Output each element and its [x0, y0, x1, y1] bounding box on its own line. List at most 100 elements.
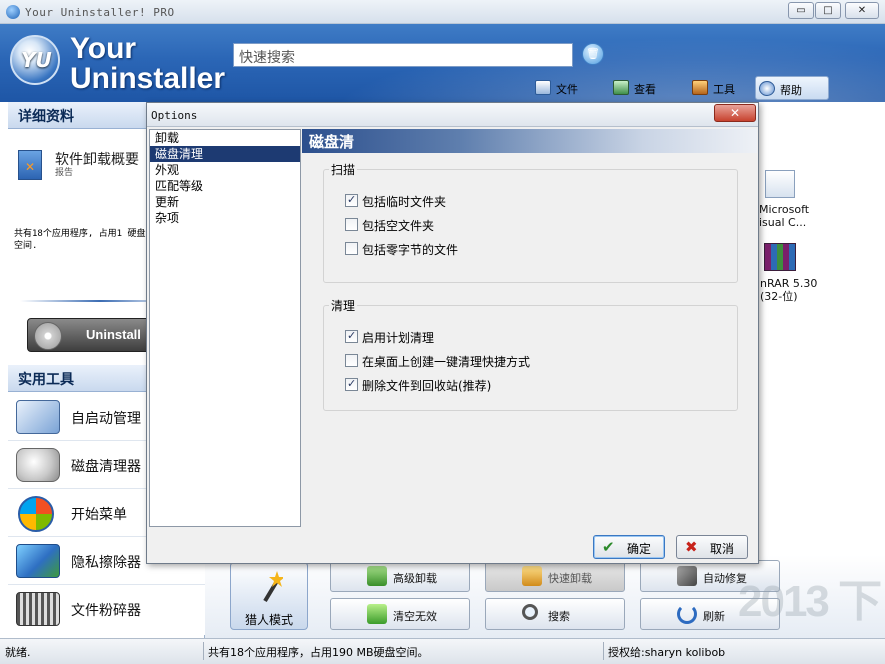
- advanced-uninstall-button[interactable]: 高级卸载: [330, 560, 470, 592]
- winrar-icon[interactable]: [764, 243, 796, 271]
- logo-badge: YU: [10, 35, 60, 85]
- search-button[interactable]: 搜索: [485, 598, 625, 630]
- checkbox-desktop-shortcut[interactable]: [345, 354, 358, 367]
- logo-line-1: Your: [70, 34, 225, 64]
- app-label-winrar[interactable]: nRAR 5.30 (32-位): [760, 277, 817, 303]
- app-label-winrar-line1: nRAR 5.30: [760, 277, 817, 290]
- quick-uninstall-button[interactable]: 快速卸载: [485, 560, 625, 592]
- help-icon: [759, 81, 775, 96]
- ok-button[interactable]: ✔ 确定: [593, 535, 665, 559]
- disc-icon: [34, 322, 62, 350]
- app-label-msvc-line2: isual C...: [759, 216, 809, 229]
- monitor-icon: [613, 80, 629, 95]
- menu-file[interactable]: 文件: [532, 76, 582, 100]
- option-include-zero-byte-label: 包括零字节的文件: [362, 241, 458, 258]
- document-app-icon[interactable]: [765, 170, 795, 198]
- nav-item-update[interactable]: 更新: [150, 194, 300, 210]
- menu-tools[interactable]: 工具: [689, 76, 745, 100]
- detail-subtitle: 报告: [55, 165, 73, 178]
- nav-item-disk-cleanup[interactable]: 磁盘清理: [150, 146, 300, 162]
- tool-start-menu-label: 开始菜单: [71, 504, 127, 524]
- app-icon: [6, 5, 20, 19]
- tool-file-shredder-label: 文件粉碎器: [71, 600, 141, 620]
- menu-view-label: 查看: [634, 83, 656, 96]
- status-bar: 就绪. 共有18个应用程序，占用190 MB硬盘空间。 授权给:sharyn k…: [0, 638, 885, 664]
- uninstall-button-label: Uninstall: [86, 327, 141, 342]
- menu-help[interactable]: 帮助: [755, 76, 829, 100]
- window-title: Your Uninstaller! PRO: [25, 6, 175, 19]
- magic-wand-icon: [259, 569, 283, 603]
- main-titlebar: Your Uninstaller! PRO ▭ □ ✕: [0, 0, 885, 24]
- dialog-close-button[interactable]: ✕: [714, 104, 756, 122]
- app-label-msvc[interactable]: Microsoft isual C...: [759, 203, 809, 229]
- scan-group-title: 扫描: [329, 161, 357, 178]
- empty-invalid-label: 清空无效: [393, 610, 437, 623]
- tool-file-shredder[interactable]: 文件粉碎器: [8, 585, 205, 635]
- status-separator: [603, 642, 604, 660]
- trash-icon: 🗑: [586, 47, 600, 60]
- watermark: 2013 下载吧: [738, 565, 883, 637]
- logo-text: Your Uninstaller: [70, 34, 225, 94]
- quick-uninstall-icon: [522, 566, 542, 586]
- status-summary: 共有18个应用程序，占用190 MB硬盘空间。: [208, 644, 429, 660]
- clean-group-title: 清理: [329, 297, 357, 314]
- dialog-titlebar: Options ✕: [147, 103, 758, 127]
- option-include-empty-folders-label: 包括空文件夹: [362, 217, 434, 234]
- logo-line-2: Uninstaller: [70, 64, 225, 94]
- status-ready: 就绪.: [5, 644, 31, 660]
- nav-item-appearance[interactable]: 外观: [150, 162, 300, 178]
- privacy-eraser-icon: [16, 544, 60, 578]
- advanced-uninstall-icon: [367, 566, 387, 586]
- app-header: YU Your Uninstaller 快速搜索 🗑 文件 查看 工具 帮助: [0, 24, 885, 102]
- tool-disk-cleaner-label: 磁盘清理器: [71, 456, 141, 476]
- empty-invalid-button[interactable]: 清空无效: [330, 598, 470, 630]
- options-nav-list: 卸载 磁盘清理 外观 匹配等级 更新 杂项: [149, 129, 301, 527]
- clear-search-button[interactable]: 🗑: [582, 43, 604, 65]
- checkbox-recycle-bin[interactable]: [345, 378, 358, 391]
- uninstall-report-icon: [18, 150, 42, 180]
- checkbox-include-zero-byte[interactable]: [345, 242, 358, 255]
- checkbox-include-empty-folders[interactable]: [345, 218, 358, 231]
- menu-file-label: 文件: [556, 83, 578, 96]
- hunter-mode-button[interactable]: 猎人模式: [230, 562, 308, 630]
- startup-manager-icon: [16, 400, 60, 434]
- refresh-icon: [677, 604, 697, 624]
- app-label-msvc-line1: Microsoft: [759, 203, 809, 216]
- quick-uninstall-label: 快速卸载: [548, 572, 592, 585]
- maximize-button[interactable]: □: [815, 2, 841, 19]
- option-recycle-bin-label: 删除文件到回收站(推荐): [362, 377, 491, 394]
- detail-description: 共有18个应用程序, 占用1 硬盘空间.: [14, 228, 154, 252]
- cancel-button[interactable]: ✖ 取消: [676, 535, 748, 559]
- menu-view[interactable]: 查看: [610, 76, 666, 100]
- quick-search-input[interactable]: 快速搜索: [233, 43, 573, 67]
- menu-tools-label: 工具: [713, 83, 735, 96]
- ok-button-label: 确定: [627, 542, 651, 556]
- nav-item-match-level[interactable]: 匹配等级: [150, 178, 300, 194]
- logo-badge-text: YU: [21, 48, 52, 72]
- tool-privacy-eraser-label: 隐私擦除器: [71, 552, 141, 572]
- checkbox-scheduled-clean[interactable]: [345, 330, 358, 343]
- cancel-button-label: 取消: [710, 542, 734, 556]
- status-separator: [203, 642, 204, 660]
- menu-help-label: 帮助: [780, 84, 802, 97]
- tool-startup-manager-label: 自启动管理: [71, 408, 141, 428]
- advanced-uninstall-label: 高级卸载: [393, 572, 437, 585]
- status-license: 授权给:sharyn kolibob: [608, 644, 725, 660]
- empty-invalid-icon: [367, 604, 387, 624]
- checkbox-include-temp[interactable]: [345, 194, 358, 207]
- options-dialog: Options ✕ 卸载 磁盘清理 外观 匹配等级 更新 杂项 磁盘清 扫描 包…: [146, 102, 759, 564]
- search-icon: [522, 604, 538, 620]
- hunter-mode-label: 猎人模式: [231, 611, 307, 628]
- close-button[interactable]: ✕: [845, 2, 879, 19]
- minimize-button[interactable]: ▭: [788, 2, 814, 19]
- check-icon: ✔: [602, 538, 615, 556]
- toolbox-icon: [692, 80, 708, 95]
- option-desktop-shortcut-label: 在桌面上创建一键清理快捷方式: [362, 353, 530, 370]
- option-include-temp-label: 包括临时文件夹: [362, 193, 446, 210]
- nav-item-uninstall[interactable]: 卸载: [150, 130, 300, 146]
- autofix-icon: [677, 566, 697, 586]
- cross-icon: ✖: [685, 538, 698, 556]
- panel-title: 磁盘清: [302, 129, 757, 153]
- disk-cleaner-icon: [16, 448, 60, 482]
- nav-item-misc[interactable]: 杂项: [150, 210, 300, 226]
